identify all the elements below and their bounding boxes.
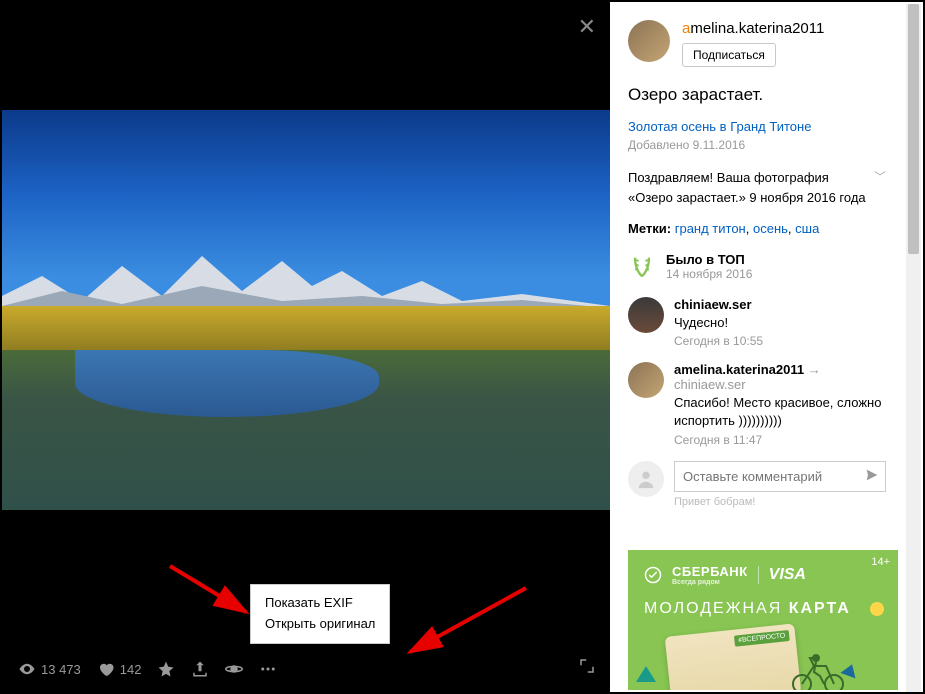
reply-to-username[interactable]: chiniaew.ser bbox=[674, 377, 746, 392]
top-badge-title: Было в ТОП bbox=[666, 252, 752, 267]
subscribe-button[interactable]: Подписаться bbox=[682, 43, 776, 67]
views-value: 13 473 bbox=[41, 662, 81, 677]
comment-item: amelina.katerina2011 → chiniaew.ser Спас… bbox=[628, 362, 886, 446]
tags-label: Метки: bbox=[628, 221, 671, 236]
scrollbar-thumb[interactable] bbox=[908, 4, 919, 254]
chevron-down-icon[interactable]: ﹀ bbox=[874, 168, 886, 185]
saturn-icon bbox=[225, 660, 243, 678]
comment-form: Привет бобрам! bbox=[628, 461, 886, 508]
close-icon[interactable]: ✕ bbox=[578, 14, 596, 40]
commenter-username[interactable]: chiniaew.ser bbox=[674, 297, 763, 312]
ad-bike-graphic bbox=[788, 644, 848, 690]
photo-image[interactable] bbox=[2, 110, 610, 510]
tag-link[interactable]: осень bbox=[753, 221, 788, 236]
ad-card-graphic: #ВСЕПРОСТО bbox=[665, 623, 802, 690]
menu-item-open-original[interactable]: Открыть оригинал bbox=[265, 614, 375, 635]
commenter-avatar[interactable] bbox=[628, 362, 664, 398]
my-avatar-placeholder bbox=[628, 461, 664, 497]
commenter-avatar[interactable] bbox=[628, 297, 664, 333]
send-icon bbox=[864, 467, 880, 483]
star-icon bbox=[157, 660, 175, 678]
postcard-button[interactable] bbox=[225, 660, 243, 678]
more-menu-popup: Показать EXIF Открыть оригинал bbox=[250, 584, 390, 644]
favorite-button[interactable] bbox=[157, 660, 175, 678]
scrollbar-track[interactable] bbox=[906, 4, 921, 692]
author-username[interactable]: amelina.katerina2011 bbox=[682, 20, 824, 37]
send-button[interactable] bbox=[864, 467, 880, 486]
top-badge-date: 14 ноября 2016 bbox=[666, 267, 752, 281]
info-panel: amelina.katerina2011 Подписаться Озеро з… bbox=[610, 2, 923, 692]
comment-hint: Привет бобрам! bbox=[674, 496, 886, 508]
laurel-icon bbox=[628, 253, 656, 281]
comment-text: Спасибо! Место красивое, сложно испортит… bbox=[674, 394, 886, 430]
comment-time: Сегодня в 11:47 bbox=[674, 433, 886, 447]
ad-logos: СБЕРБАНК Всегда рядом VISA bbox=[628, 550, 898, 586]
album-link[interactable]: Золотая осень в Гранд Титоне bbox=[628, 119, 811, 134]
tag-link[interactable]: сша bbox=[795, 221, 819, 236]
menu-item-show-exif[interactable]: Показать EXIF bbox=[265, 593, 375, 614]
heart-icon bbox=[97, 660, 115, 678]
dots-icon bbox=[259, 660, 277, 678]
photo-viewer: ✕ Показать EXIF Открыть оригинал bbox=[0, 0, 925, 694]
comment-input[interactable] bbox=[674, 461, 886, 492]
author-avatar[interactable] bbox=[628, 20, 670, 62]
annotation-arrow bbox=[402, 582, 532, 662]
photo-toolbar: 13 473 142 bbox=[18, 660, 277, 678]
photo-title: Озеро зарастает. bbox=[628, 85, 886, 105]
sberbank-logo-icon bbox=[644, 566, 662, 584]
likes-value: 142 bbox=[120, 662, 142, 677]
more-button[interactable] bbox=[259, 660, 277, 678]
likes-button[interactable]: 142 bbox=[97, 660, 142, 678]
ad-banner[interactable]: 14+ СБЕРБАНК Всегда рядом VISA МОЛОДЕЖНА… bbox=[628, 550, 898, 690]
added-date: Добавлено 9.11.2016 bbox=[628, 138, 886, 152]
annotation-arrow bbox=[166, 562, 256, 622]
tag-link[interactable]: гранд титон bbox=[675, 221, 746, 236]
ad-title: МОЛОДЕЖНАЯ КАРТА bbox=[644, 600, 898, 618]
views-count: 13 473 bbox=[18, 660, 81, 678]
eye-icon bbox=[18, 660, 36, 678]
ad-age-label: 14+ bbox=[871, 556, 890, 568]
share-button[interactable] bbox=[191, 660, 209, 678]
photo-pane: ✕ Показать EXIF Открыть оригинал bbox=[2, 2, 610, 692]
commenter-username[interactable]: amelina.katerina2011 → chiniaew.ser bbox=[674, 362, 886, 392]
comment-time: Сегодня в 10:55 bbox=[674, 334, 763, 348]
expand-icon bbox=[578, 657, 596, 675]
comment-item: chiniaew.ser Чудесно! Сегодня в 10:55 bbox=[628, 297, 886, 348]
reply-arrow-icon: → bbox=[808, 362, 821, 377]
congrats-text: Поздравляем! Ваша фотография «Озеро зара… bbox=[628, 168, 866, 207]
top-badge: Было в ТОП 14 ноября 2016 bbox=[628, 252, 886, 281]
share-icon bbox=[191, 660, 209, 678]
comment-text: Чудесно! bbox=[674, 314, 763, 332]
fullscreen-button[interactable] bbox=[578, 657, 596, 678]
author-block: amelina.katerina2011 Подписаться bbox=[628, 20, 886, 67]
tags-row: Метки: гранд титон, осень, сша bbox=[628, 221, 886, 236]
